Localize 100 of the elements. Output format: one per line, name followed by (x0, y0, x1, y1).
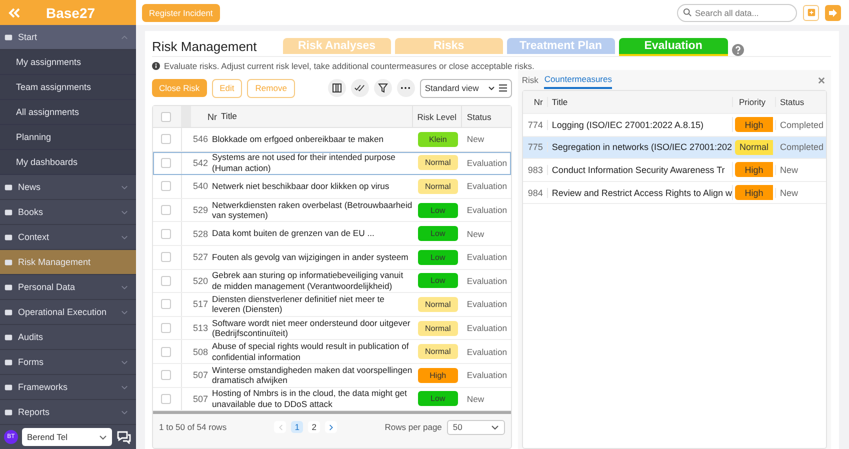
sidebar-item[interactable]: Books (0, 200, 136, 225)
row-checkbox[interactable] (161, 134, 171, 144)
filter-icon[interactable] (374, 79, 392, 97)
row-checkbox[interactable] (161, 228, 171, 239)
row-checkbox[interactable] (161, 323, 171, 334)
table-cell: 529 (181, 198, 208, 222)
column-header: Title (221, 111, 238, 122)
help-icon[interactable] (732, 44, 744, 56)
table-row[interactable]: 520 Gebrek aan sturing op informatiebeveiliging vanuit de midden management (Verantwoordelijkheid) Low Evaluation (153, 270, 511, 294)
sidebar-subitem[interactable]: My assignments (0, 50, 136, 75)
chevron-icon (121, 284, 128, 290)
risk-level-badge: Normal (418, 155, 458, 170)
table-cell-text: Diensten dienstverlener definitief niet meer te leveren (Diensten) (212, 294, 386, 315)
table-row[interactable]: 517 Diensten dienstverlener definitief niet meer te leveren (Diensten) Normal Evaluation (153, 293, 511, 317)
table-cell-text: Netwerk niet beschikbaar door klikken op virus (212, 181, 390, 192)
table-row[interactable]: 513 Software wordt niet meer ondersteund door uitgever (Bedrijfscontinuïteit) Normal Evaluation (153, 316, 511, 340)
table-cell: 984 (522, 188, 548, 198)
menu-item-icon (4, 382, 13, 392)
sidebar-subitem[interactable]: My dashboards (0, 150, 136, 175)
table-cell: 508 (181, 340, 208, 363)
sidebar-item[interactable]: Frameworks (0, 375, 136, 400)
countermeasure-row[interactable]: 983 Conduct Information Security Awareness Tr High New (522, 159, 826, 182)
table-row[interactable]: 529 Netwerkdiensten raken overbelast (Betrouwbaarheid van systemen) Low Evaluation (153, 198, 511, 222)
row-checkbox[interactable] (161, 370, 171, 380)
table-cell-text: New (466, 228, 486, 239)
table-cell: 983 (522, 164, 548, 175)
sidebar-subitem[interactable]: Team assignments (0, 75, 136, 100)
chevron-icon (121, 34, 128, 40)
table-cell-text: Evaluation (466, 158, 508, 168)
table-cell-text: Logging (ISO/IEC 27001:2022 A.8.15) (550, 120, 704, 130)
column-resize-handle[interactable] (181, 106, 191, 127)
sidebar-item[interactable]: Operational Execution (0, 300, 136, 325)
more-icon[interactable] (396, 79, 415, 97)
table-cell-text: New (466, 134, 486, 144)
page-button[interactable]: 1 (291, 421, 304, 434)
table-row[interactable]: 542 Systems are not used for their intended purpose (Human action) Normal Evaluation (153, 152, 511, 176)
column-header: Nr (522, 97, 548, 107)
table-cell: 774 (522, 120, 548, 130)
sidebar-subitem[interactable]: All assignments (0, 100, 136, 125)
collapse-icon[interactable] (8, 8, 20, 18)
menu-item-icon (4, 358, 13, 366)
view-select[interactable]: Standard view (420, 78, 512, 98)
user-select[interactable]: Berend Tel (22, 428, 112, 446)
table-cell-text: Fouten als gevolg van wijzigingen in ander systeem (212, 252, 410, 263)
table-cell-text: Data komt buiten de grenzen van de EU ... (212, 228, 376, 239)
menu-item-icon (4, 308, 13, 316)
table-cell: Completed (775, 142, 826, 152)
countermeasure-row[interactable]: 984 Review and Restrict Access Rights to Align w High New (522, 182, 826, 204)
risk-level-badge: Normal (418, 178, 458, 194)
table-row[interactable]: 507 Hosting of Nmbrs is in the cloud, the data might get unavailable due to DDoS attack Low New (153, 388, 511, 412)
chevron-icon (121, 384, 128, 390)
table-cell: New (775, 164, 826, 175)
select-all-checkbox[interactable] (161, 112, 171, 122)
table-row[interactable]: 528 Data komt buiten de grenzen van de EU ... Low New (153, 222, 511, 246)
table-cell: 527 (181, 246, 208, 269)
row-checkbox[interactable] (161, 181, 171, 192)
add-icon[interactable] (803, 4, 819, 20)
menu-item-icon (4, 282, 13, 292)
panel-tab[interactable]: Risk (522, 72, 538, 88)
sidebar-subitem[interactable]: Planning (0, 125, 136, 150)
sidebar-item[interactable]: Start (0, 25, 136, 50)
row-checkbox[interactable] (161, 252, 171, 262)
table-row[interactable]: 507 Winterse omstandigheden maken dat voorspellingen dramatisch afwijken High Evaluation (153, 364, 511, 388)
page-button[interactable]: 2 (308, 421, 320, 434)
search-field[interactable]: Search all data... (677, 4, 797, 22)
sidebar-item[interactable]: Forms (0, 350, 136, 375)
prev-page-icon[interactable] (274, 421, 286, 434)
table-row[interactable]: 527 Fouten als gevolg van wijzigingen in ander systeem Low Evaluation (153, 246, 511, 270)
sidebar-item[interactable]: Personal Data (0, 275, 136, 300)
menu-item-icon (4, 332, 13, 342)
priority-badge: Normal (735, 140, 773, 155)
countermeasure-row[interactable]: 775 Segregation in networks (ISO/IEC 27001:202 Normal Completed (522, 136, 826, 160)
logout-icon[interactable] (825, 4, 841, 20)
column-header: Title (550, 97, 569, 107)
columns-icon[interactable] (328, 79, 346, 97)
risk-level-badge: High (418, 368, 458, 383)
menu-item-icon (4, 408, 13, 416)
double-check-icon[interactable] (350, 79, 369, 97)
sidebar-item[interactable]: Audits (0, 325, 136, 350)
row-checkbox[interactable] (161, 158, 171, 168)
row-checkbox[interactable] (161, 299, 171, 310)
risk-level-badge: Low (418, 226, 458, 242)
rows-per-page-select[interactable]: 50 (446, 420, 505, 435)
row-checkbox[interactable] (161, 346, 171, 357)
table-row[interactable]: 546 Blokkade om erfgoed onbereikbaar te maken Klein New (153, 128, 511, 152)
table-cell: 528 (181, 222, 208, 245)
row-checkbox[interactable] (161, 276, 171, 286)
row-checkbox[interactable] (161, 394, 171, 404)
table-cell-text: Evaluation (466, 181, 508, 192)
info-icon (152, 62, 160, 70)
table-row[interactable]: 540 Netwerk niet beschikbaar door klikken op virus Normal Evaluation (153, 175, 511, 199)
row-checkbox[interactable] (161, 205, 171, 216)
menu-item-icon (4, 232, 13, 242)
table-cell-text: Hosting of Nmbrs is in the cloud, the data might get unavailable due to DDoS attack (212, 388, 408, 410)
close-icon[interactable] (818, 76, 825, 84)
table-cell-text: Blokkade om erfgoed onbereikbaar te maken (212, 134, 385, 145)
next-page-icon[interactable] (325, 421, 338, 434)
table-row[interactable]: 508 Abuse of special rights would result in publication of confidential information Normal Evaluation (153, 340, 511, 364)
sidebar-item[interactable]: News (0, 175, 136, 200)
chat-icon[interactable] (116, 430, 132, 444)
